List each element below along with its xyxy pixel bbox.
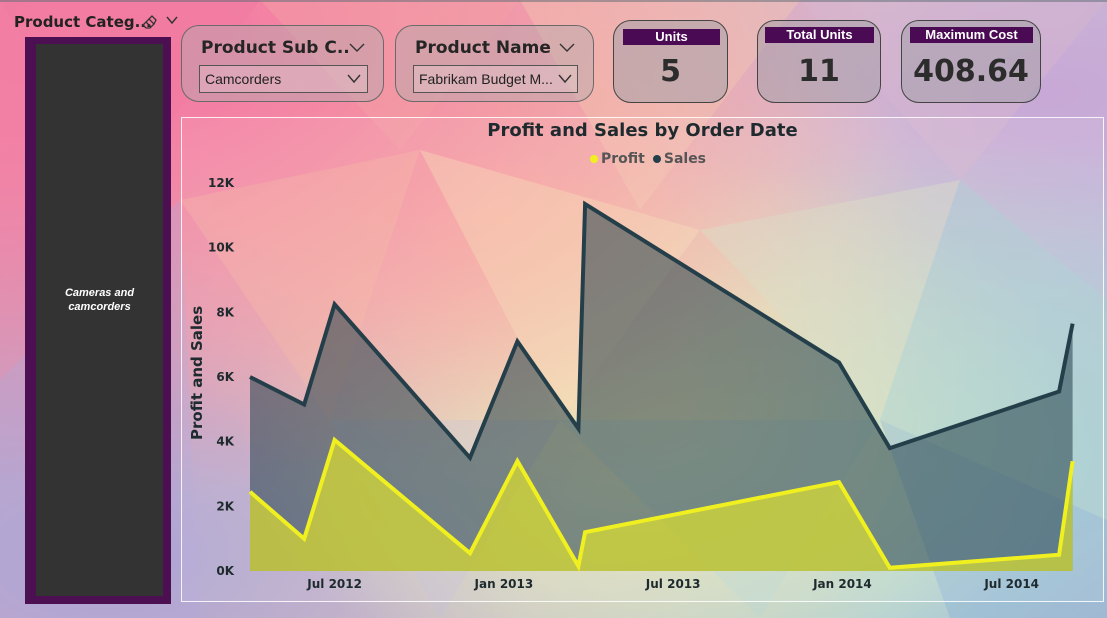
x-tick-label: Jul 2014	[983, 577, 1039, 591]
y-tick-label: 10K	[208, 241, 235, 255]
x-tick-label: Jul 2012	[306, 577, 362, 591]
y-tick-label: 8K	[216, 305, 234, 319]
x-tick-label: Jan 2014	[812, 577, 872, 591]
x-tick-label: Jul 2013	[645, 577, 701, 591]
y-tick-label: 0K	[216, 564, 234, 578]
chart-plot: 0K 2K 4K 6K 8K 10K 12K Jul 2012 Jan 2013 Jul 2013…	[208, 176, 1075, 591]
y-tick-label: 4K	[216, 435, 234, 449]
y-tick-label: 2K	[216, 499, 234, 513]
y-tick-label: 12K	[208, 176, 235, 190]
y-tick-label: 6K	[216, 370, 234, 384]
x-tick-label: Jan 2013	[474, 577, 534, 591]
